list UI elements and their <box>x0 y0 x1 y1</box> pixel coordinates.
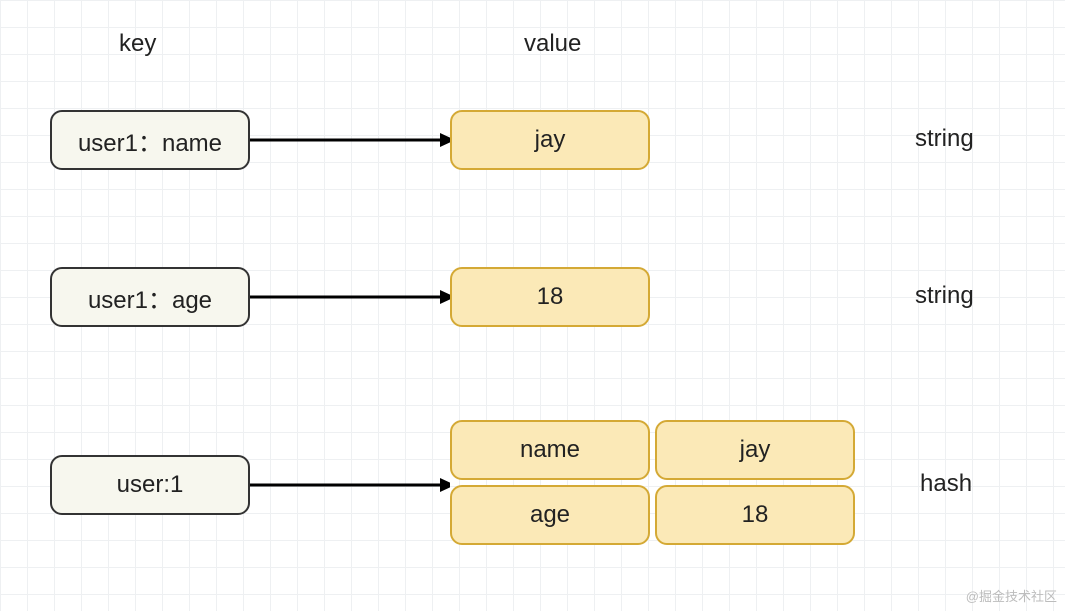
key-text-3: user:1 <box>117 471 184 499</box>
type-label-2: string <box>915 282 974 310</box>
header-key: key <box>119 30 156 58</box>
arrow-1 <box>250 125 450 155</box>
arrow-2 <box>250 282 450 312</box>
key-box-1: user1：name <box>50 110 250 170</box>
value-box-1: jay <box>450 110 650 170</box>
value-text-1: jay <box>535 126 566 154</box>
key-box-2: user1：age <box>50 267 250 327</box>
hash-field-1-label: age <box>530 501 570 529</box>
hash-value-0: jay <box>655 420 855 480</box>
watermark: @掘金技术社区 <box>966 586 1057 605</box>
key-box-3: user:1 <box>50 455 250 515</box>
type-label-3: hash <box>920 470 972 498</box>
arrow-3 <box>250 470 450 500</box>
key-text-2: user1：age <box>88 280 212 315</box>
value-box-2: 18 <box>450 267 650 327</box>
hash-value-1-label: 18 <box>742 501 769 529</box>
hash-field-0-label: name <box>520 436 580 464</box>
key-text-1: user1：name <box>78 123 222 158</box>
hash-value-1: 18 <box>655 485 855 545</box>
hash-field-1: age <box>450 485 650 545</box>
hash-field-0: name <box>450 420 650 480</box>
hash-value-0-label: jay <box>740 436 771 464</box>
header-value: value <box>524 30 581 58</box>
type-label-1: string <box>915 125 974 153</box>
value-text-2: 18 <box>537 283 564 311</box>
